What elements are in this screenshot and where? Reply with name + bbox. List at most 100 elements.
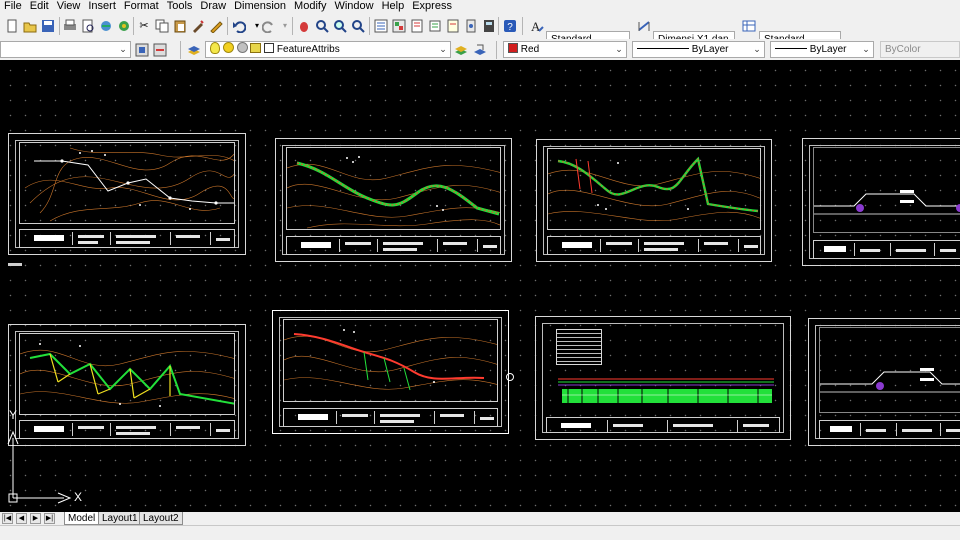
- layout-tab-bar: |◀ ◀ ▶ ▶| Model Layout1 Layout2: [0, 512, 960, 525]
- print-preview-icon[interactable]: [80, 18, 96, 34]
- open-folder-icon[interactable]: [22, 18, 38, 34]
- dbconnect-icon[interactable]: [463, 18, 479, 34]
- drawing-sheet-6[interactable]: [272, 310, 509, 434]
- tab-layout2[interactable]: Layout2: [139, 512, 183, 525]
- tab-model[interactable]: Model: [64, 512, 100, 525]
- drawing-sheet-7[interactable]: [535, 316, 791, 440]
- ucs-y-label: Y: [9, 408, 18, 422]
- chevron-down-icon: ⌄: [753, 44, 761, 54]
- menu-help[interactable]: Help: [378, 0, 409, 13]
- chevron-down-icon: ⌄: [862, 44, 870, 54]
- dimension-style-icon[interactable]: [636, 18, 652, 34]
- layer-properties-manager-icon[interactable]: [186, 42, 202, 58]
- quickcalc-icon[interactable]: [481, 18, 497, 34]
- menu-modify[interactable]: Modify: [290, 0, 330, 13]
- drawing-sheet-2[interactable]: [275, 138, 512, 262]
- sun-icon: [222, 42, 234, 53]
- zoom-previous-icon[interactable]: [350, 18, 366, 34]
- next-tab-icon[interactable]: ▶: [30, 513, 41, 524]
- plan-view-map: [286, 147, 501, 230]
- plan-view-map: [547, 148, 761, 231]
- viewport-freeze-icon: [236, 42, 248, 53]
- copy-icon[interactable]: [154, 18, 170, 34]
- menu-insert[interactable]: Insert: [84, 0, 120, 13]
- linetype-select[interactable]: ByLayer ⌄: [632, 41, 765, 58]
- zoom-realtime-icon[interactable]: [314, 18, 330, 34]
- undo-icon[interactable]: [231, 18, 247, 34]
- ucs-x-label: X: [74, 490, 83, 504]
- plan-view-map: [19, 333, 235, 415]
- last-tab-icon[interactable]: ▶|: [44, 513, 55, 524]
- text-style-icon[interactable]: A: [529, 18, 545, 34]
- first-tab-icon[interactable]: |◀: [2, 513, 13, 524]
- menu-view[interactable]: View: [53, 0, 85, 13]
- publish-icon[interactable]: [116, 18, 132, 34]
- svg-text:?: ?: [507, 22, 513, 33]
- chevron-down-icon: ⌄: [615, 44, 623, 54]
- markup-set-manager-icon[interactable]: [445, 18, 461, 34]
- redo-icon[interactable]: [261, 18, 277, 34]
- light-bulb-icon: [210, 42, 220, 54]
- plot-style-select[interactable]: ByColor: [880, 41, 960, 58]
- plot-icon[interactable]: [98, 18, 114, 34]
- menu-bar: File Edit View Insert Format Tools Draw …: [0, 0, 960, 13]
- layer-select[interactable]: FeatureAttribs ⌄: [205, 41, 451, 58]
- title-block: [286, 236, 501, 255]
- help-icon[interactable]: ?: [502, 18, 518, 34]
- chevron-down-icon: ⌄: [439, 44, 447, 54]
- lineweight-select[interactable]: ByLayer ⌄: [770, 41, 874, 58]
- menu-draw[interactable]: Draw: [196, 0, 230, 13]
- table-style-icon[interactable]: [741, 18, 757, 34]
- color-select[interactable]: Red ⌄: [503, 41, 627, 58]
- layer-states-icon[interactable]: [453, 42, 469, 58]
- make-object-layer-current-icon[interactable]: [134, 42, 150, 58]
- menu-format[interactable]: Format: [120, 0, 163, 13]
- title-block: [819, 420, 960, 439]
- note-label: [8, 263, 22, 266]
- properties-toolbar: ⌄ FeatureAttribs ⌄ Red ⌄ ByLayer ⌄ ByLay…: [0, 39, 960, 61]
- tool-palettes-icon[interactable]: [409, 18, 425, 34]
- drawing-sheet-1[interactable]: [8, 133, 246, 255]
- drawing-sheet-4[interactable]: [802, 138, 960, 266]
- drawing-sheet-8[interactable]: [808, 318, 960, 446]
- title-block: [546, 417, 780, 433]
- drawing-sheet-3[interactable]: [536, 139, 772, 262]
- sheet-set-manager-icon[interactable]: [427, 18, 443, 34]
- paste-icon[interactable]: [172, 18, 188, 34]
- redo-dropdown-chevron-down-icon[interactable]: ▾: [277, 18, 293, 34]
- menu-express[interactable]: Express: [408, 0, 456, 13]
- title-block: [813, 240, 960, 259]
- prev-tab-icon[interactable]: ◀: [16, 513, 27, 524]
- layer-isolate-icon[interactable]: [472, 42, 488, 58]
- lineweight-preview: [775, 48, 807, 49]
- properties-icon[interactable]: [373, 18, 389, 34]
- zoom-window-icon[interactable]: [332, 18, 348, 34]
- menu-file[interactable]: File: [0, 0, 26, 13]
- layer-previous-icon[interactable]: [152, 42, 168, 58]
- menu-edit[interactable]: Edit: [26, 0, 53, 13]
- layer-color-swatch: [264, 43, 275, 53]
- grip-handle[interactable]: [506, 373, 514, 381]
- menu-tools[interactable]: Tools: [163, 0, 197, 13]
- title-block: [283, 408, 498, 427]
- menu-dimension[interactable]: Dimension: [230, 0, 290, 13]
- match-properties-icon[interactable]: [190, 18, 206, 34]
- workspace-select[interactable]: ⌄: [0, 41, 131, 58]
- data-table: [556, 329, 602, 365]
- pan-realtime-icon[interactable]: [296, 18, 312, 34]
- tab-layout1[interactable]: Layout1: [98, 512, 142, 525]
- drawing-canvas[interactable]: X Y: [0, 60, 960, 512]
- block-editor-icon[interactable]: [208, 18, 224, 34]
- linetype-preview: [637, 48, 689, 49]
- save-icon[interactable]: [40, 18, 56, 34]
- color-swatch: [508, 43, 518, 53]
- print-icon[interactable]: [62, 18, 78, 34]
- cross-section-view: [819, 327, 960, 413]
- title-block: [547, 236, 761, 255]
- status-bar: [0, 525, 960, 540]
- standard-toolbar: ✂ ▾ ▾ ? A Standard⌄ Dimensi X1 dan⌄ Stan…: [0, 13, 960, 48]
- menu-window[interactable]: Window: [330, 0, 377, 13]
- design-center-icon[interactable]: [391, 18, 407, 34]
- new-file-icon[interactable]: [4, 18, 20, 34]
- cut-icon[interactable]: ✂: [136, 18, 152, 34]
